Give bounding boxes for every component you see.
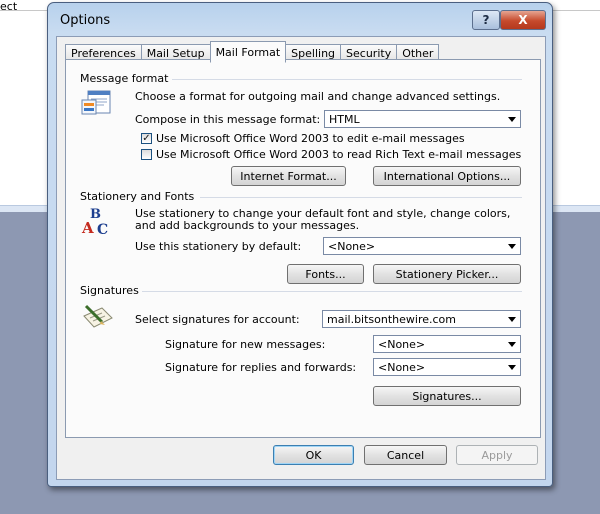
chevron-down-icon xyxy=(508,117,516,122)
svg-text:A: A xyxy=(81,219,94,237)
stationery-description-2: and add backgrounds to your messages. xyxy=(135,219,360,232)
stationery-divider xyxy=(200,197,522,198)
signatures-button[interactable]: Signatures... xyxy=(373,386,521,406)
international-options-button[interactable]: International Options... xyxy=(373,166,521,186)
cancel-button[interactable]: Cancel xyxy=(364,445,447,465)
chevron-down-icon xyxy=(508,342,516,347)
signature-new-label: Signature for new messages: xyxy=(165,338,326,351)
word-edit-label: Use Microsoft Office Word 2003 to edit e… xyxy=(156,132,465,145)
ok-button[interactable]: OK xyxy=(273,445,354,465)
tab-strip: Preferences Mail Setup Mail Format Spell… xyxy=(65,41,440,63)
chevron-down-icon xyxy=(508,244,516,249)
signature-new-value: <None> xyxy=(378,337,426,351)
compose-format-select[interactable]: HTML xyxy=(324,110,521,128)
signature-account-value: mail.bitsonthewire.com xyxy=(327,312,456,326)
svg-text:C: C xyxy=(97,222,108,237)
message-format-divider xyxy=(172,79,522,80)
background-text: ect xyxy=(0,0,18,13)
compose-format-value: HTML xyxy=(329,112,360,126)
checkmark-icon: ✓ xyxy=(142,133,151,144)
signature-reply-select[interactable]: <None> xyxy=(373,358,521,376)
signature-account-label: Select signatures for account: xyxy=(135,313,300,326)
signatures-heading: Signatures xyxy=(80,284,139,297)
stationery-value: <None> xyxy=(328,239,376,253)
help-button[interactable]: ? xyxy=(472,10,500,30)
dialog-title: Options xyxy=(60,13,111,28)
stationery-select[interactable]: <None> xyxy=(323,237,521,255)
internet-format-button[interactable]: Internet Format... xyxy=(231,166,346,186)
help-icon: ? xyxy=(482,13,490,27)
stationery-icon: B A C xyxy=(81,207,108,237)
word-read-label: Use Microsoft Office Word 2003 to read R… xyxy=(156,148,522,161)
close-icon: X xyxy=(518,13,528,27)
stationery-picker-button[interactable]: Stationery Picker... xyxy=(373,264,521,284)
apply-button[interactable]: Apply xyxy=(456,445,538,465)
word-edit-checkbox[interactable]: ✓ xyxy=(141,133,152,144)
tab-mail-format[interactable]: Mail Format xyxy=(209,41,287,63)
message-format-heading: Message format xyxy=(80,72,169,85)
signature-reply-label: Signature for replies and forwards: xyxy=(165,361,357,374)
close-button[interactable]: X xyxy=(500,10,546,30)
stationery-heading: Stationery and Fonts xyxy=(80,190,195,203)
message-format-description: Choose a format for outgoing mail and ch… xyxy=(135,90,501,103)
signatures-divider xyxy=(142,291,522,292)
signature-reply-value: <None> xyxy=(378,360,426,374)
compose-format-label: Compose in this message format: xyxy=(135,113,321,126)
fonts-button[interactable]: Fonts... xyxy=(287,264,364,284)
signature-account-select[interactable]: mail.bitsonthewire.com xyxy=(322,310,521,328)
message-format-icon xyxy=(81,90,111,115)
chevron-down-icon xyxy=(508,317,516,322)
stationery-default-label: Use this stationery by default: xyxy=(135,240,302,253)
signature-icon xyxy=(83,304,113,328)
chevron-down-icon xyxy=(508,365,516,370)
signature-new-select[interactable]: <None> xyxy=(373,335,521,353)
word-read-checkbox[interactable] xyxy=(141,149,152,160)
